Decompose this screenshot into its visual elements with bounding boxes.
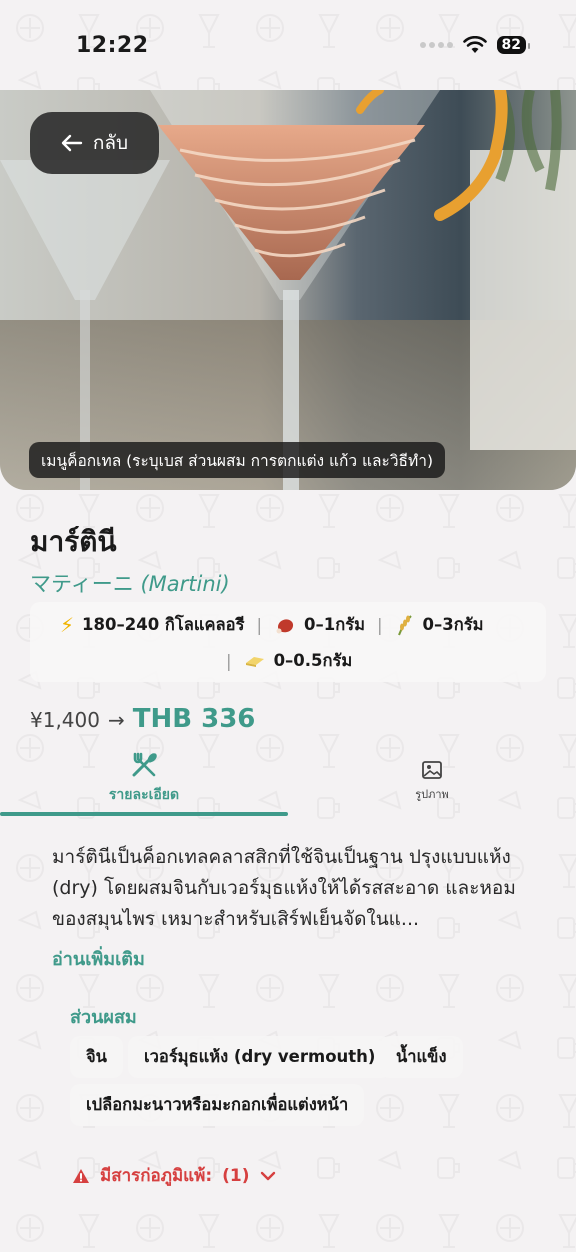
price-row: ¥1,400 → THB 336 <box>30 704 255 734</box>
ingredient-chip: เวอร์มุธแห้ง (dry vermouth) <box>128 1036 392 1078</box>
tab-details-label: รายละเอียด <box>108 787 180 803</box>
back-button[interactable]: กลับ <box>30 112 159 174</box>
tab-details[interactable]: รายละเอียด <box>0 746 288 816</box>
fat-value: 0–0.5กรัม <box>273 651 353 670</box>
battery-indicator: 82 <box>496 36 531 54</box>
meat-icon <box>276 619 294 634</box>
arrow-left-icon <box>61 134 83 152</box>
allergy-count: (1) <box>222 1165 250 1186</box>
ingredients-title: ส่วนผสม <box>70 1007 137 1028</box>
image-caption: เมนูค็อกเทล (ระบุเบส ส่วนผสม การตกแต่ง แ… <box>29 442 445 478</box>
divider: | <box>376 615 383 635</box>
chevron-down-icon <box>260 1171 275 1180</box>
warning-icon <box>73 1168 89 1183</box>
back-label: กลับ <box>92 132 129 154</box>
price-original: ¥1,400 <box>30 708 100 732</box>
description-text: มาร์ตินีเป็นค็อกเทลคลาสสิกที่ใช้จินเป็นฐ… <box>52 846 516 930</box>
nutrition-panel: ⚡ 180–240 กิโลแคลอรี | 0–1กรัม | 0–3กรัม… <box>30 602 546 682</box>
ingredient-chip: เปลือกมะนาวหรือมะกอกเพื่อแต่งหน้า <box>70 1084 365 1126</box>
protein-value: 0–1กรัม <box>304 615 365 634</box>
subtitle-japanese: マティーニ <box>30 572 134 596</box>
tab-bar: รายละเอียด รูปภาพ <box>0 746 576 816</box>
image-icon <box>422 761 442 779</box>
status-time: 12:22 <box>76 33 149 58</box>
status-bar: 12:22 82 <box>0 0 576 90</box>
dish-title: มาร์ตินี <box>30 525 117 558</box>
price-arrow: → <box>107 708 125 732</box>
signal-icon <box>419 42 453 48</box>
tab-photos-label: รูปภาพ <box>415 788 449 801</box>
dish-subtitle: マティーニ (Martini) <box>30 568 230 598</box>
calories-value: 180–240 กิโลแคลอรี <box>82 615 245 634</box>
ingredient-chip: จิน <box>70 1036 123 1078</box>
allergy-label: มีสารก่อภูมิแพ้: <box>100 1166 213 1186</box>
grain-icon <box>397 615 412 636</box>
status-icons: 82 <box>419 36 531 54</box>
ingredient-chip: น้ำแข็ง <box>380 1036 463 1078</box>
read-more-link[interactable]: อ่านเพิ่มเติม <box>52 944 145 973</box>
price-converted: THB 336 <box>132 704 256 734</box>
allergy-toggle[interactable]: มีสารก่อภูมิแพ้: (1) <box>72 1162 276 1189</box>
lightning-icon: ⚡ <box>60 613 75 637</box>
subtitle-english: (Martini) <box>140 572 230 596</box>
carbs-value: 0–3กรัม <box>422 615 484 634</box>
divider: | <box>256 615 263 635</box>
wifi-icon <box>462 36 487 53</box>
utensils-icon <box>132 752 157 777</box>
butter-icon <box>245 657 264 667</box>
divider: | <box>226 651 232 671</box>
tab-photos[interactable]: รูปภาพ <box>288 746 576 816</box>
